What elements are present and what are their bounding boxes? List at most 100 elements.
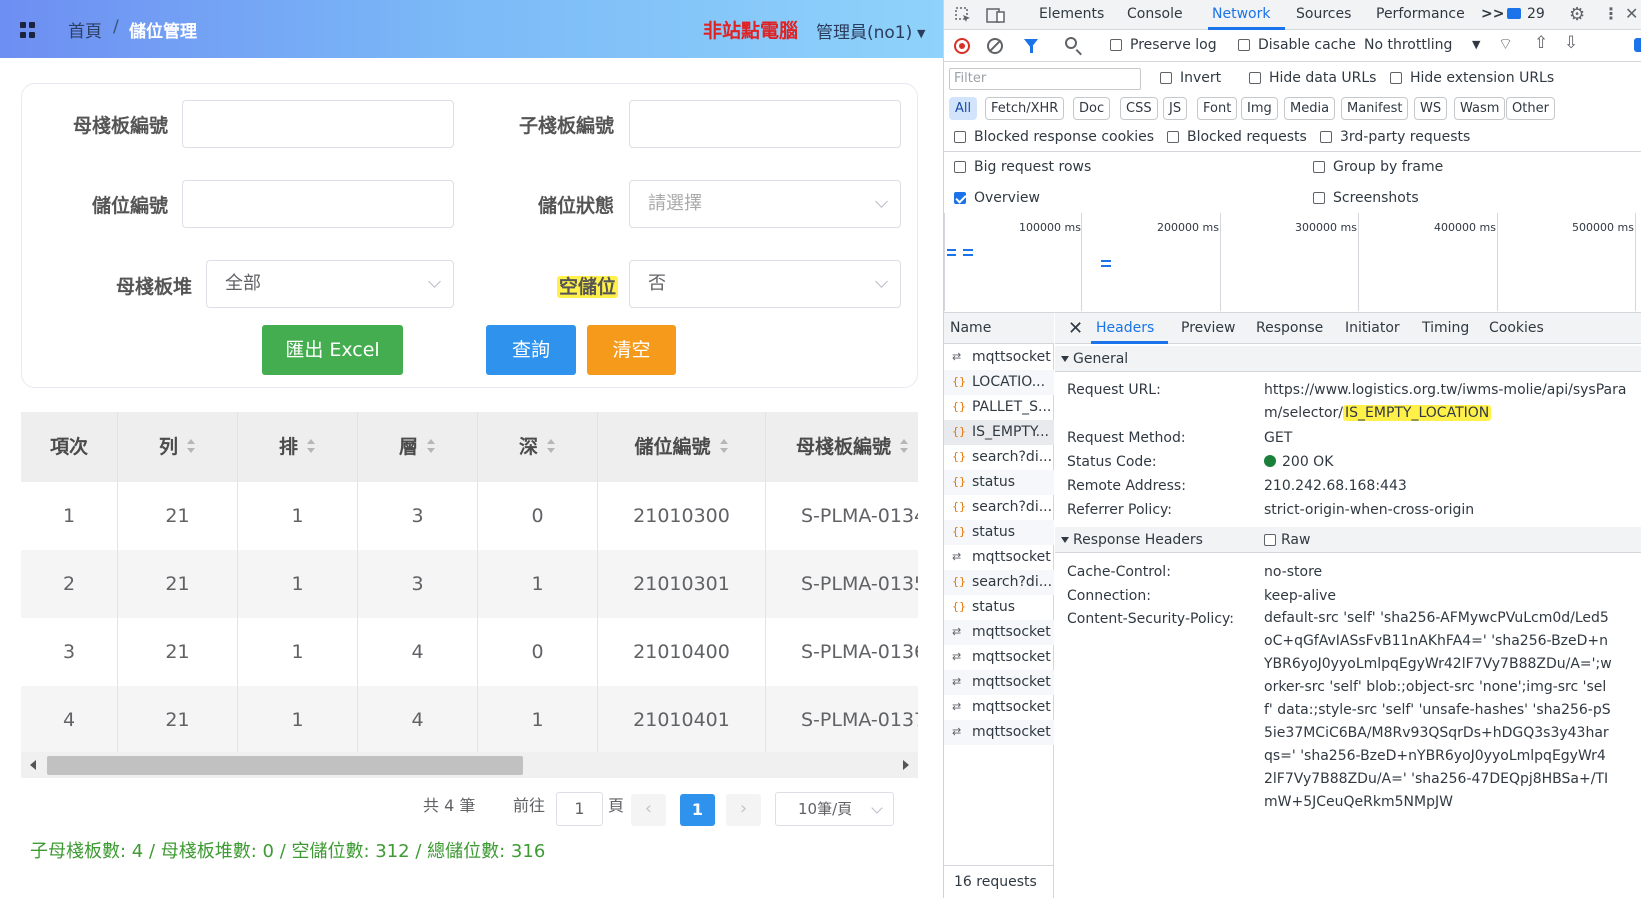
request-row[interactable]: ⇄ mqttsocket (944, 695, 1054, 720)
caret-down-icon[interactable]: ▼ (917, 27, 925, 40)
tab-cookies[interactable]: Cookies (1489, 320, 1544, 336)
request-row[interactable]: {} status (944, 520, 1054, 545)
request-row[interactable]: ⇄ mqttsocket (944, 670, 1054, 695)
column-header-row[interactable]: 列 (118, 412, 238, 482)
tab-performance[interactable]: Performance (1376, 6, 1465, 22)
prev-page-icon[interactable]: ‹ (631, 794, 666, 826)
tab-timing[interactable]: Timing (1422, 320, 1469, 336)
filter-input[interactable]: Filter (949, 68, 1141, 90)
caret-down-icon[interactable]: ▼ (1472, 38, 1480, 51)
mother-board-input[interactable] (182, 100, 454, 148)
scroll-right-icon[interactable] (903, 760, 909, 770)
mother-stack-select[interactable]: 全部 (206, 260, 454, 308)
goto-page-input[interactable]: 1 (556, 792, 603, 826)
empty-location-select[interactable]: 否 (629, 260, 901, 308)
network-conditions-icon[interactable]: ⌔ (1498, 34, 1513, 54)
tab-headers[interactable]: Headers (1096, 320, 1154, 336)
request-row[interactable]: {} status (944, 470, 1054, 495)
sort-icon[interactable] (719, 438, 729, 453)
table-row[interactable]: 4 21 1 4 1 21010401 S-PLMA-0137 (21, 686, 918, 754)
screenshots-checkbox[interactable] (1313, 192, 1325, 204)
sort-icon[interactable] (306, 438, 316, 453)
request-row[interactable]: {} search?di... (944, 570, 1054, 595)
export-har-icon[interactable]: ⇩ (1564, 33, 1578, 53)
filter-chip-all[interactable]: All (949, 97, 978, 120)
filter-chip-media[interactable]: Media (1284, 97, 1336, 120)
filter-chip-font[interactable]: Font (1197, 97, 1238, 120)
request-row[interactable]: ⇄ mqttsocket (944, 545, 1054, 570)
overview-checkbox[interactable] (954, 192, 966, 204)
search-icon[interactable] (1065, 37, 1077, 49)
import-har-icon[interactable]: ⇧ (1534, 33, 1548, 53)
tab-response[interactable]: Response (1256, 320, 1323, 336)
column-header-mother-board[interactable]: 母棧板編號 (766, 412, 918, 482)
horizontal-scrollbar[interactable] (21, 752, 918, 778)
disable-cache-checkbox[interactable] (1238, 39, 1250, 51)
raw-checkbox[interactable] (1264, 534, 1276, 546)
sort-icon[interactable] (546, 438, 556, 453)
table-row[interactable]: 1 21 1 3 0 21010300 S-PLMA-0134 (21, 482, 918, 550)
preserve-log-checkbox[interactable] (1110, 39, 1122, 51)
invert-checkbox[interactable] (1160, 72, 1172, 84)
breadcrumb-home[interactable]: 首頁 (68, 17, 102, 42)
filter-chip-other[interactable]: Other (1506, 97, 1555, 120)
page-size-select[interactable]: 10筆/頁 (775, 792, 894, 826)
request-row[interactable]: {} LOCATIO... (944, 370, 1054, 395)
hide-extension-urls-checkbox[interactable] (1390, 72, 1402, 84)
child-board-input[interactable] (629, 100, 901, 148)
tab-sources[interactable]: Sources (1296, 6, 1351, 22)
hide-data-urls-checkbox[interactable] (1249, 72, 1261, 84)
user-menu[interactable]: 管理員(no1) (816, 18, 912, 43)
blocked-requests-checkbox[interactable] (1167, 131, 1179, 143)
page-1-button[interactable]: 1 (680, 794, 715, 826)
sort-icon[interactable] (899, 438, 909, 453)
table-row[interactable]: 3 21 1 4 0 21010400 S-PLMA-0136 (21, 618, 918, 686)
close-devtools-icon[interactable]: ✕ (1625, 4, 1638, 23)
clear-log-icon[interactable] (987, 38, 1003, 54)
filter-chip-css[interactable]: CSS (1120, 97, 1158, 120)
request-row[interactable]: {} IS_EMPTY... (944, 420, 1054, 445)
big-rows-checkbox[interactable] (954, 161, 966, 173)
apps-grid-icon[interactable] (20, 22, 36, 38)
settings-gear-icon[interactable]: ⚙ (1569, 4, 1585, 25)
scrollbar-thumb[interactable] (47, 756, 523, 775)
close-icon[interactable]: ✕ (1068, 318, 1083, 339)
filter-chip-doc[interactable]: Doc (1073, 97, 1111, 120)
request-row[interactable]: ⇄ mqttsocket (944, 620, 1054, 645)
filter-chip-ws[interactable]: WS (1414, 97, 1448, 120)
filter-chip-js[interactable]: JS (1163, 97, 1188, 120)
filter-chip-img[interactable]: Img (1241, 97, 1278, 120)
third-party-checkbox[interactable] (1320, 131, 1332, 143)
tab-network[interactable]: Network (1212, 6, 1270, 22)
throttling-select[interactable]: No throttling (1364, 37, 1452, 53)
query-button[interactable]: 查詢 (486, 325, 576, 375)
device-toolbar-icon[interactable] (986, 6, 1006, 24)
settings-gear-icon[interactable] (1634, 38, 1641, 52)
export-excel-button[interactable]: 匯出 Excel (262, 325, 403, 375)
tab-initiator[interactable]: Initiator (1345, 320, 1400, 336)
more-options-icon[interactable]: ⋮ (1603, 4, 1619, 23)
message-count[interactable]: 29 (1527, 6, 1545, 22)
filter-icon[interactable] (1024, 39, 1038, 53)
filter-chip-manifest[interactable]: Manifest (1341, 97, 1409, 120)
tab-console[interactable]: Console (1127, 6, 1183, 22)
clear-button[interactable]: 清空 (587, 325, 676, 375)
column-header-depth[interactable]: 深 (478, 412, 598, 482)
request-row[interactable]: {} search?di... (944, 495, 1054, 520)
location-status-select[interactable]: 請選擇 (629, 180, 901, 228)
request-row[interactable]: {} status (944, 595, 1054, 620)
message-icon[interactable] (1507, 8, 1521, 19)
request-row[interactable]: {} search?di... (944, 445, 1054, 470)
tab-elements[interactable]: Elements (1039, 6, 1104, 22)
network-overview-timeline[interactable]: 100000 ms 200000 ms 300000 ms 400000 ms … (944, 213, 1641, 313)
request-row[interactable]: ⇄ mqttsocket (944, 645, 1054, 670)
tab-preview[interactable]: Preview (1181, 320, 1236, 336)
request-row[interactable]: ⇄ mqttsocket (944, 345, 1054, 370)
filter-chip-wasm[interactable]: Wasm (1454, 97, 1506, 120)
column-header-level[interactable]: 層 (358, 412, 478, 482)
name-column-header[interactable]: Name (944, 313, 1054, 344)
general-section-header[interactable]: General (1055, 346, 1641, 372)
sort-icon[interactable] (186, 438, 196, 453)
inspect-element-icon[interactable] (954, 6, 972, 24)
request-row[interactable]: {} PALLET_S... (944, 395, 1054, 420)
